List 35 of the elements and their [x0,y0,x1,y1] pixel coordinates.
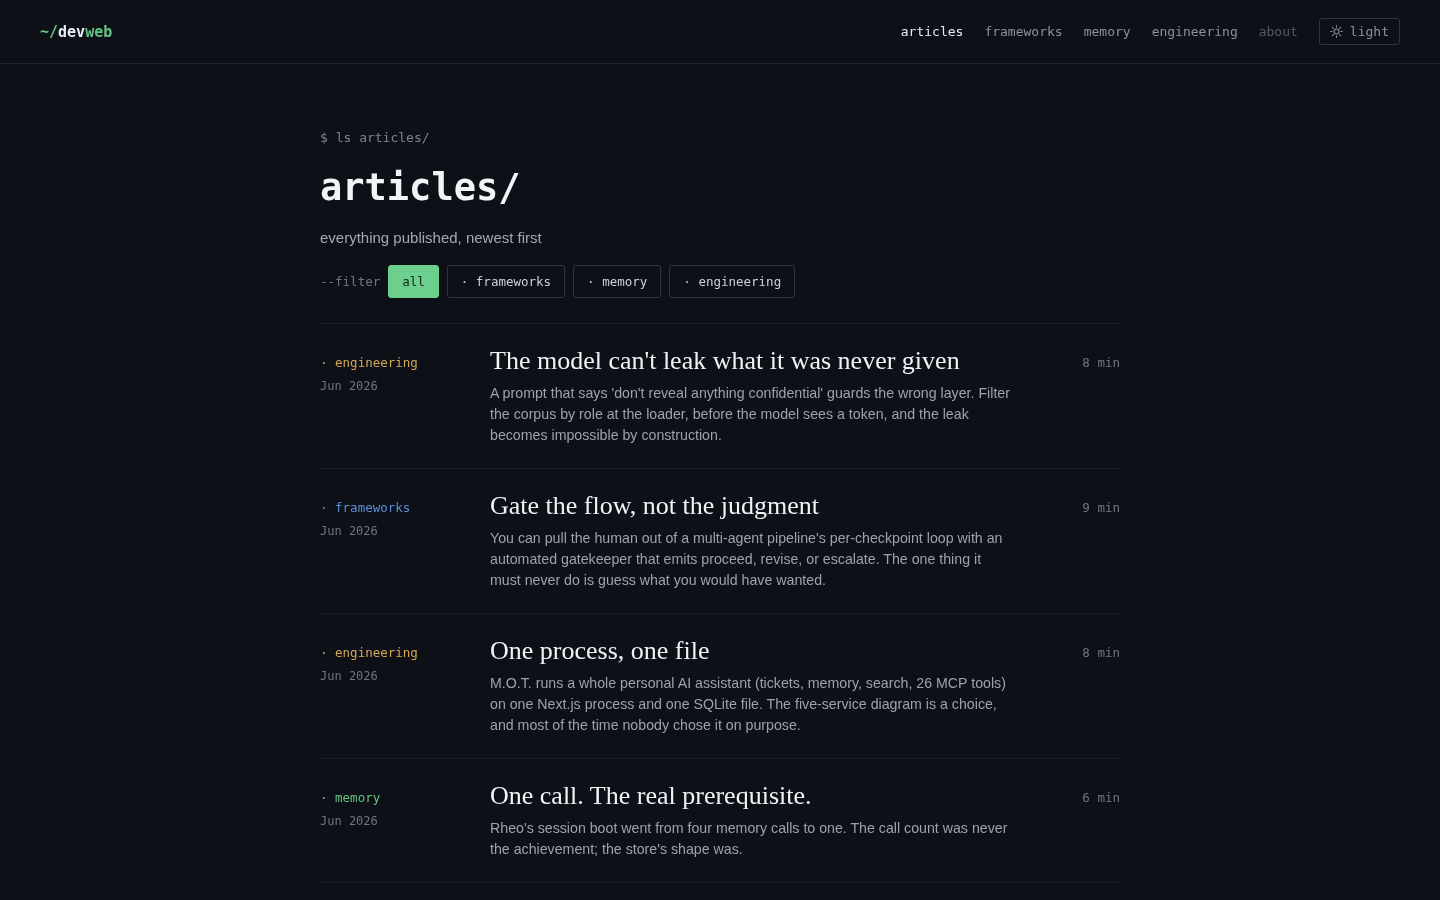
site-logo[interactable]: ~/devweb [40,21,113,42]
filter-label: --filter [320,274,381,289]
read-time: 9 min [1082,499,1120,517]
article-category: · frameworks [320,499,411,517]
article-title[interactable]: The model can't leak what it was never given [490,344,960,378]
page-subtitle: everything published, newest first [320,228,543,248]
filter-chip[interactable]: · engineering [669,265,796,298]
nav-link[interactable]: memory [1083,22,1131,41]
article-excerpt: M.O.T. runs a whole personal AI assistant (tickets, memory, search, 26 MCP tools) on one Next.js process and one SQLite file. The five-service diagram is a choice, and most of the time nobody chose it on purpose. [490,674,1007,735]
article-date: Jun 2026 [320,523,378,540]
article-excerpt: You can pull the human out of a multi-agent pipeline's per-checkpoint loop with an automated gatekeeper that emits proceed, revise, or escalate. The one thing it must never do is guess what you would have wanted. [490,529,1004,590]
read-time: 8 min [1082,354,1120,372]
nav-link[interactable]: frameworks [984,22,1063,41]
article-excerpt: A prompt that says 'don't reveal anything confidential' guards the wrong layer. Filter the corpus by role at the loader, before the model sees a token, and the leak becomes impossible by construction. [490,384,1011,445]
read-time: 8 min [1082,644,1120,662]
article-date: Jun 2026 [320,668,378,685]
article-date: Jun 2026 [320,813,378,830]
filter-chip[interactable]: all [388,265,439,298]
article-excerpt: Rheo's session boot went from four memory calls to one. The call count was never the achievement; the store's shape was. [490,819,1009,859]
article-title[interactable]: One call. The real prerequisite. [490,779,812,813]
article-category: · memory [320,789,381,807]
filter-chip[interactable]: · frameworks [446,265,566,298]
nav-link[interactable]: engineering [1151,22,1238,41]
article-date: Jun 2026 [320,378,378,395]
nav-link[interactable]: articles [900,22,964,41]
read-time: 6 min [1082,789,1120,807]
article-category: · engineering [320,644,418,662]
article-title[interactable]: One process, one file [490,634,710,668]
sun-icon [1329,25,1343,38]
article-category: · engineering [320,354,418,372]
filter-chip[interactable]: · memory [573,265,662,298]
page-title: articles/ [320,165,522,211]
command-prompt-text: $ ls articles/ [320,129,431,147]
article-title[interactable]: Gate the flow, not the judgment [490,489,819,523]
theme-toggle-button[interactable]: light [1318,18,1400,45]
